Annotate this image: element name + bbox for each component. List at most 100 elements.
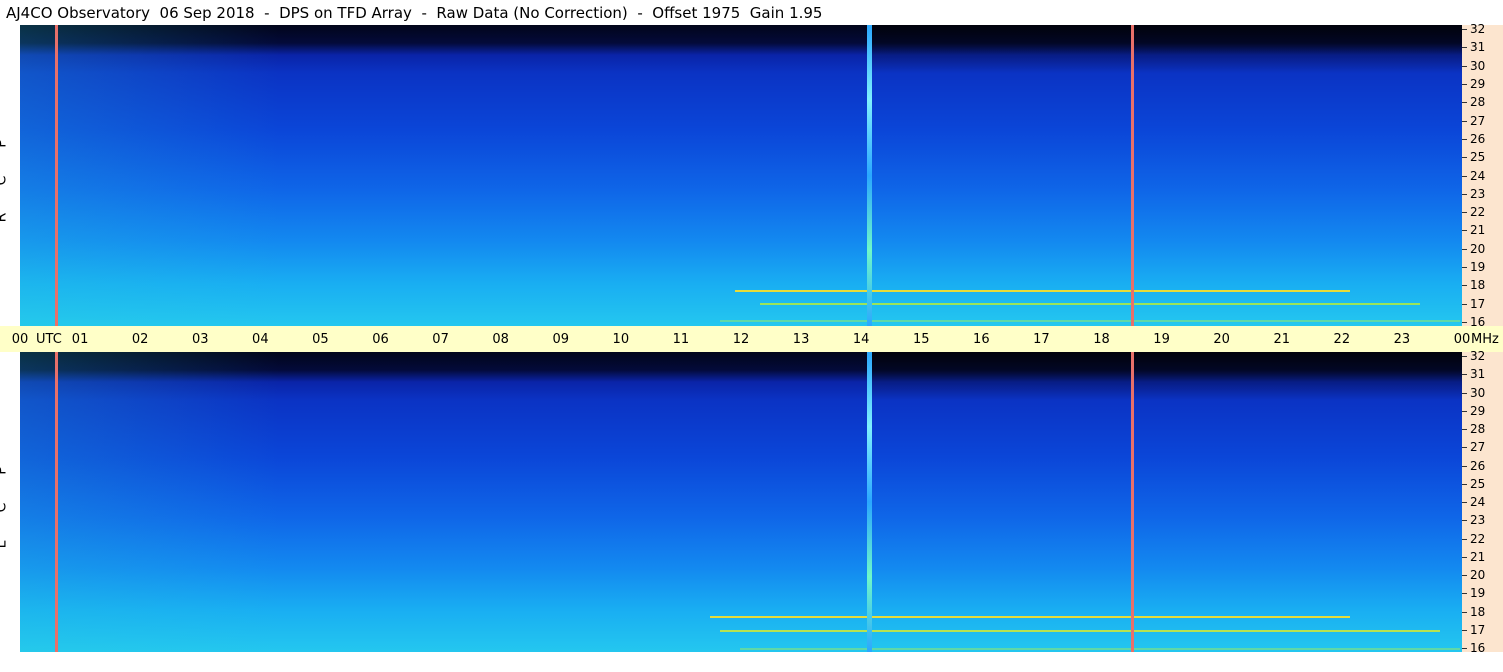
time-label: 15 <box>912 332 930 347</box>
time-label: 06 <box>372 332 389 347</box>
freq-tick <box>1462 120 1467 122</box>
time-label-start: 00 <box>11 332 29 347</box>
time-axis: 00 UTC 01 02 03 04 05 06 07 08 09 10 11 12 13 14 15 16 1… <box>0 326 1503 352</box>
freq-label: 27 <box>1470 440 1486 455</box>
spectrogram-lcp <box>20 352 1462 652</box>
dps-signal-line <box>867 25 872 326</box>
time-label: 18 <box>1093 332 1110 347</box>
freq-label: 32 <box>1470 22 1486 36</box>
freq-tick <box>1462 248 1467 250</box>
freq-tick <box>1462 556 1467 558</box>
time-label: 04 <box>252 332 269 347</box>
interference-band <box>740 648 1460 650</box>
time-label: 23 <box>1393 332 1411 347</box>
interference-band <box>760 303 1420 305</box>
polarization-label-bottom: P C L <box>0 452 20 563</box>
freq-label: 20 <box>1470 568 1486 582</box>
freq-label: 24 <box>1470 168 1486 183</box>
freq-label: 21 <box>1470 549 1486 564</box>
interference-band <box>710 616 1350 618</box>
freq-tick <box>1462 157 1467 159</box>
freq-axis-top: 32 31 30 29 28 27 26 25 24 23 22 21 20 19 18 17 16 <box>1462 22 1503 329</box>
freq-tick <box>1462 65 1467 67</box>
freq-tick <box>1462 47 1467 49</box>
freq-label: 19 <box>1470 586 1486 601</box>
time-label: 22 <box>1333 332 1351 347</box>
freq-tick <box>1462 410 1467 412</box>
freq-tick <box>1462 285 1467 287</box>
freq-tick <box>1462 356 1467 357</box>
freq-tick <box>1462 212 1467 214</box>
freq-label: 17 <box>1470 296 1486 311</box>
interference-band <box>720 320 1460 322</box>
freq-label: 21 <box>1470 223 1486 238</box>
time-label: 21 <box>1273 332 1291 347</box>
freq-label: 28 <box>1470 95 1486 110</box>
freq-tick <box>1462 593 1467 595</box>
freq-tick <box>1462 575 1467 576</box>
freq-label: 23 <box>1470 513 1486 528</box>
time-label: 12 <box>732 332 750 347</box>
time-label: 11 <box>672 332 690 347</box>
freq-label: 17 <box>1470 622 1486 637</box>
time-label: 09 <box>552 332 570 347</box>
freq-tick <box>1462 465 1467 467</box>
freq-tick <box>1462 102 1467 104</box>
chart-title: AJ4CO Observatory 06 Sep 2018 - DPS on T… <box>6 4 823 22</box>
freq-label: 31 <box>1470 40 1486 55</box>
freq-label: 18 <box>1470 604 1486 619</box>
freq-tick <box>1462 175 1467 177</box>
freq-tick <box>1462 374 1467 376</box>
freq-label: 30 <box>1470 385 1486 400</box>
freq-tick <box>1462 267 1467 269</box>
marker-line-right <box>1131 352 1134 652</box>
freq-label: 22 <box>1470 205 1486 220</box>
freq-label: 24 <box>1470 495 1486 509</box>
freq-tick <box>1462 447 1467 449</box>
freq-tick <box>1462 138 1467 140</box>
marker-line-right <box>1131 25 1134 326</box>
time-label-end: 00 <box>1453 332 1471 347</box>
freq-tick <box>1462 611 1467 613</box>
freq-tick <box>1462 483 1467 485</box>
time-label: 14 <box>852 332 870 347</box>
time-label: 03 <box>191 332 209 347</box>
utc-label: UTC <box>36 332 62 347</box>
time-label: 20 <box>1213 332 1230 347</box>
freq-label: 18 <box>1470 278 1486 293</box>
time-label: 19 <box>1153 332 1170 347</box>
freq-tick <box>1462 502 1467 503</box>
marker-line-left <box>55 352 58 652</box>
time-label: 10 <box>612 332 630 347</box>
freq-tick <box>1462 230 1467 232</box>
freq-label: 19 <box>1470 260 1486 275</box>
time-label: 08 <box>492 332 509 347</box>
freq-label: 16 <box>1470 641 1486 655</box>
dps-signal-line <box>867 352 872 652</box>
freq-tick <box>1462 629 1467 631</box>
freq-tick <box>1462 303 1467 305</box>
freq-tick <box>1462 520 1467 522</box>
freq-tick <box>1462 538 1467 540</box>
freq-tick <box>1462 648 1467 649</box>
time-label: 13 <box>792 332 810 347</box>
mhz-label: MHz <box>1471 332 1499 347</box>
freq-label: 29 <box>1470 403 1486 418</box>
freq-tick <box>1462 83 1467 85</box>
freq-label: 25 <box>1470 476 1486 491</box>
freq-label: 25 <box>1470 150 1486 165</box>
freq-label: 29 <box>1470 76 1486 91</box>
freq-tick <box>1462 429 1467 430</box>
marker-line-left <box>55 25 58 326</box>
freq-axis-bottom: 32 31 30 29 28 27 26 25 24 23 22 21 20 19 18 17 16 <box>1462 349 1503 655</box>
freq-label: 32 <box>1470 349 1486 363</box>
freq-label: 28 <box>1470 422 1486 436</box>
freq-label: 22 <box>1470 531 1486 546</box>
time-label: 01 <box>71 332 89 347</box>
time-label: 05 <box>312 332 329 347</box>
freq-tick <box>1462 322 1467 323</box>
time-label: 16 <box>973 332 990 347</box>
interference-band <box>735 290 1350 292</box>
polarization-label-top: P C R <box>0 125 20 236</box>
freq-label: 23 <box>1470 186 1486 201</box>
